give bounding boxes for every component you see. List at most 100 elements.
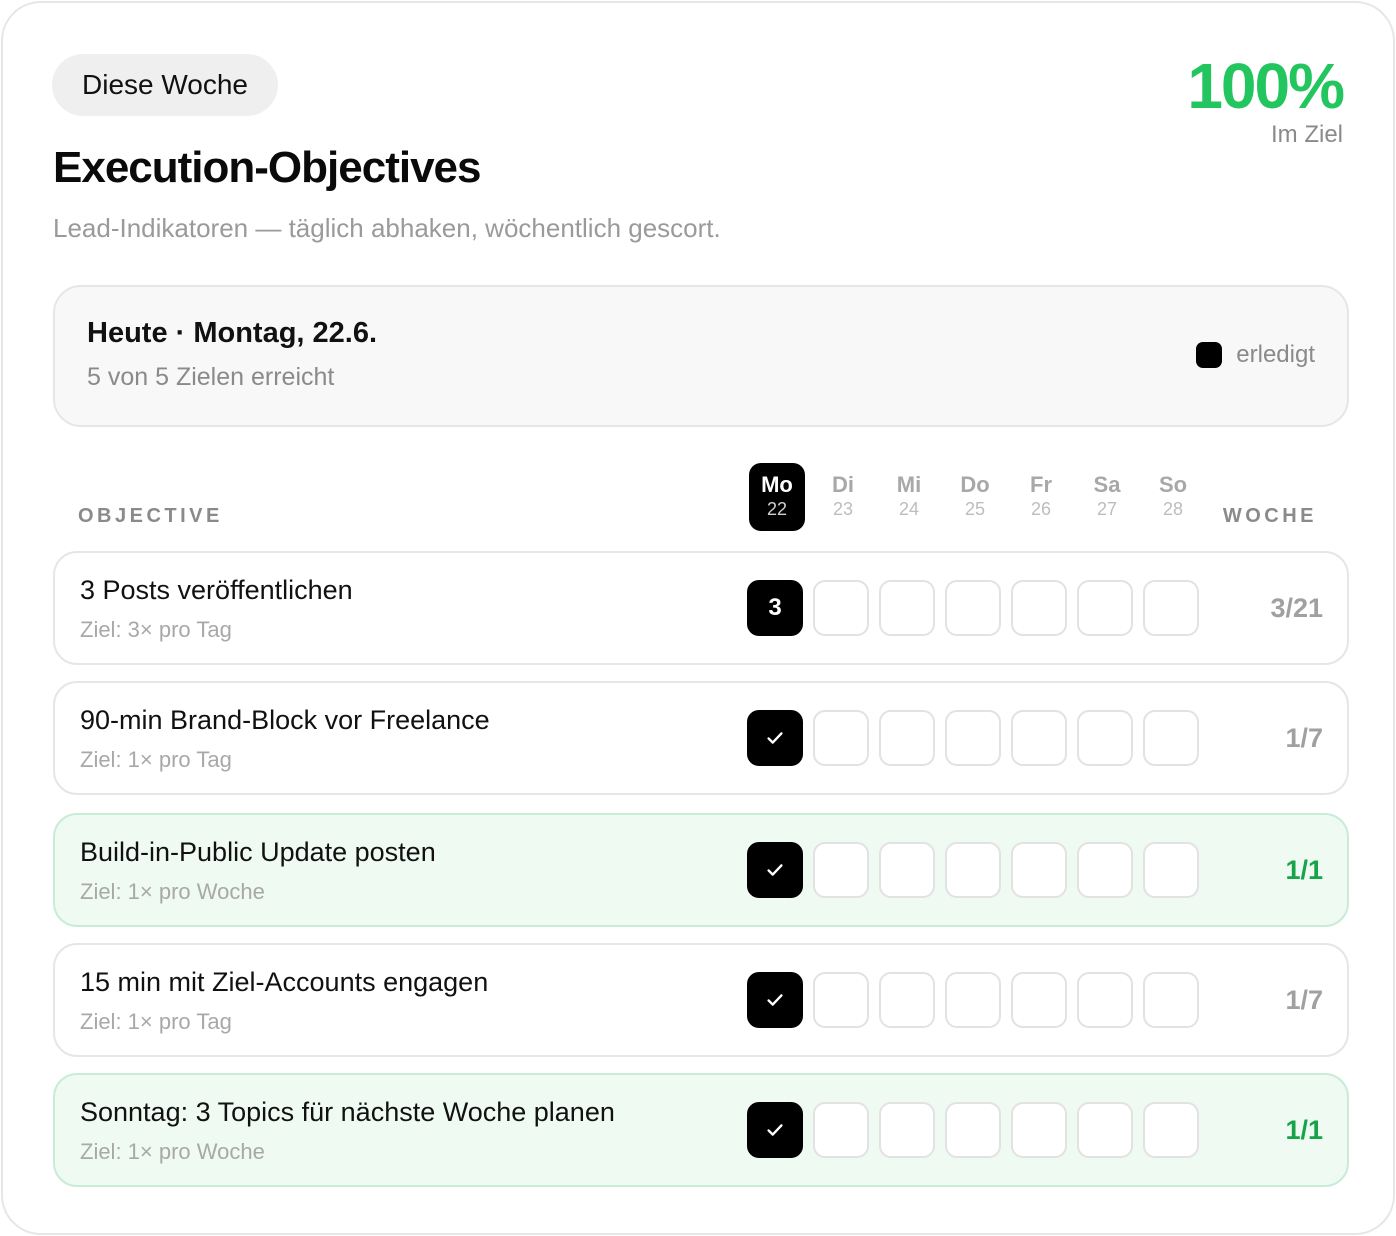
day-date: 22 [766, 499, 788, 519]
page-title: Execution-Objectives [53, 143, 481, 192]
day-cell-di[interactable] [813, 1102, 869, 1158]
day-cell-mo[interactable] [747, 710, 803, 766]
objective-row: 3 Posts veröffentlichen Ziel: 3× pro Tag 3… [53, 551, 1349, 665]
objective-target: Ziel: 1× pro Woche [80, 879, 265, 904]
score-percentage: 100% [1187, 50, 1345, 122]
day-cell-sa[interactable] [1077, 580, 1133, 636]
period-selector[interactable]: Diese Woche [52, 54, 279, 116]
day-cell-mi[interactable] [879, 710, 935, 766]
check-icon [764, 859, 786, 881]
day-name: So [1158, 472, 1188, 497]
legend: erledigt [1196, 341, 1315, 369]
day-name: Do [960, 472, 990, 497]
day-cell-sa[interactable] [1077, 842, 1133, 898]
day-cell-so[interactable] [1143, 1102, 1199, 1158]
column-header-objective: OBJECTIVE [78, 505, 223, 527]
day-header-mi: Mi 24 [881, 463, 937, 531]
day-cell-mi[interactable] [879, 580, 935, 636]
check-icon [764, 727, 786, 749]
day-date: 25 [964, 499, 986, 519]
check-icon [764, 1119, 786, 1141]
day-date: 28 [1162, 499, 1184, 519]
column-header-week: WOCHE [1222, 505, 1317, 527]
objective-title: 90-min Brand-Block vor Freelance [80, 705, 490, 735]
objective-title: Build-in-Public Update posten [80, 837, 436, 867]
day-name: Mo [761, 472, 793, 497]
day-cell-mi[interactable] [879, 1102, 935, 1158]
day-cell-so[interactable] [1143, 710, 1199, 766]
objective-title: 15 min mit Ziel-Accounts engagen [80, 967, 489, 997]
day-cell-so[interactable] [1143, 972, 1199, 1028]
day-cell-mo[interactable] [747, 842, 803, 898]
today-summary-panel: Heute · Montag, 22.6. 5 von 5 Zielen err… [53, 285, 1349, 427]
day-name: Mi [896, 472, 922, 497]
day-cell-mi[interactable] [879, 972, 935, 1028]
day-cells [747, 972, 1199, 1028]
day-date: 26 [1030, 499, 1052, 519]
day-cell-do[interactable] [945, 972, 1001, 1028]
day-cell-di[interactable] [813, 972, 869, 1028]
day-cell-fr[interactable] [1011, 1102, 1067, 1158]
objective-title: Sonntag: 3 Topics für nächste Woche plan… [80, 1097, 615, 1127]
day-cells [747, 842, 1199, 898]
day-date: 24 [898, 499, 920, 519]
today-progress: 5 von 5 Zielen erreicht [87, 363, 335, 391]
week-progress: 1/7 [1285, 985, 1323, 1015]
objective-target: Ziel: 1× pro Tag [80, 747, 232, 772]
week-progress: 1/1 [1285, 855, 1323, 885]
day-header-sa: Sa 27 [1079, 463, 1135, 531]
day-cell-do[interactable] [945, 710, 1001, 766]
day-cell-mi[interactable] [879, 842, 935, 898]
day-cell-fr[interactable] [1011, 842, 1067, 898]
day-cell-so[interactable] [1143, 842, 1199, 898]
day-cell-do[interactable] [945, 842, 1001, 898]
day-cell-mo[interactable]: 3 [747, 580, 803, 636]
today-title: Heute · Montag, 22.6. [87, 317, 378, 349]
day-cell-fr[interactable] [1011, 972, 1067, 1028]
day-name: Di [832, 472, 854, 497]
day-cell-so[interactable] [1143, 580, 1199, 636]
objective-row: Build-in-Public Update posten Ziel: 1× pr… [53, 813, 1349, 927]
day-header-fr: Fr 26 [1013, 463, 1069, 531]
objective-target: Ziel: 1× pro Woche [80, 1139, 265, 1164]
day-cell-fr[interactable] [1011, 710, 1067, 766]
objective-row: Sonntag: 3 Topics für nächste Woche plan… [53, 1073, 1349, 1187]
objective-row: 90-min Brand-Block vor Freelance Ziel: 1×… [53, 681, 1349, 795]
day-date: 23 [832, 499, 854, 519]
day-name: Sa [1093, 472, 1121, 497]
day-header-so: So 28 [1145, 463, 1201, 531]
score-label: Im Ziel [1271, 121, 1343, 148]
objectives-card: Diese Woche 100% Im Ziel Execution-Objec… [1, 1, 1395, 1235]
check-icon [764, 989, 786, 1011]
day-cell-di[interactable] [813, 710, 869, 766]
day-header-di: Di 23 [815, 463, 871, 531]
day-cell-sa[interactable] [1077, 710, 1133, 766]
day-cell-fr[interactable] [1011, 580, 1067, 636]
day-header-do: Do 25 [947, 463, 1003, 531]
legend-swatch-icon [1196, 342, 1223, 368]
day-cell-do[interactable] [945, 580, 1001, 636]
day-cell-mo[interactable] [747, 972, 803, 1028]
objective-target: Ziel: 1× pro Tag [80, 1009, 232, 1034]
day-cell-mo[interactable] [747, 1102, 803, 1158]
page-subtitle: Lead-Indikatoren — täglich abhaken, wöch… [53, 213, 721, 243]
day-cell-di[interactable] [813, 580, 869, 636]
day-cell-di[interactable] [813, 842, 869, 898]
objective-target: Ziel: 3× pro Tag [80, 617, 232, 642]
week-progress: 1/7 [1285, 723, 1323, 753]
day-cells [747, 710, 1199, 766]
day-date: 27 [1096, 499, 1118, 519]
day-cell-sa[interactable] [1077, 972, 1133, 1028]
day-header-row: Mo 22 Di 23 Mi 24 Do 25 Fr 26 Sa 27 So 28 [749, 463, 1201, 531]
day-cells [747, 1102, 1199, 1158]
day-cells: 3 [747, 580, 1199, 636]
day-header-mo: Mo 22 [749, 463, 805, 531]
day-name: Fr [1030, 472, 1052, 497]
day-cell-sa[interactable] [1077, 1102, 1133, 1158]
legend-label: erledigt [1236, 341, 1315, 368]
objective-row: 15 min mit Ziel-Accounts engagen Ziel: 1×… [53, 943, 1349, 1057]
objective-title: 3 Posts veröffentlichen [80, 575, 353, 605]
week-progress: 1/1 [1285, 1115, 1323, 1145]
week-progress: 3/21 [1270, 593, 1323, 623]
day-cell-do[interactable] [945, 1102, 1001, 1158]
